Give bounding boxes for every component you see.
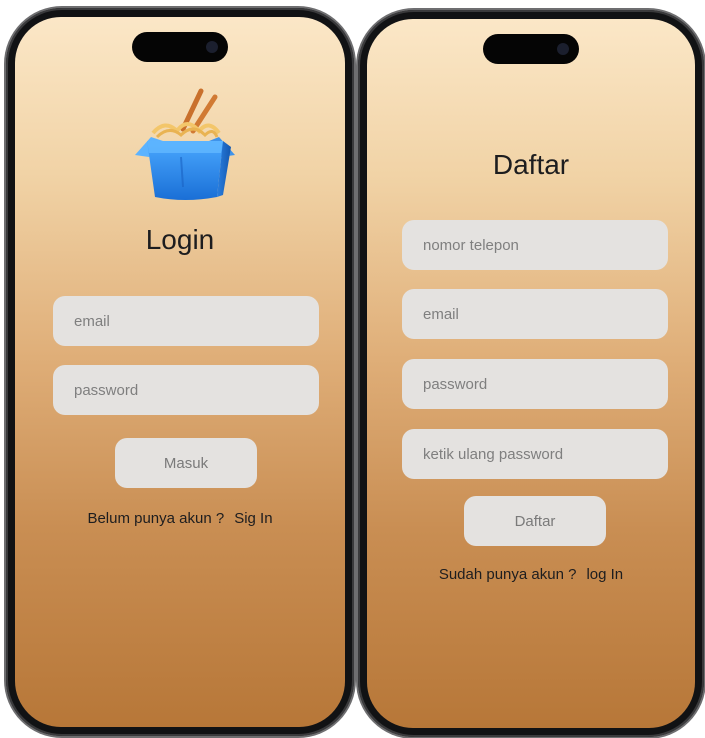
register-screen: Daftar Daftar Sudah punya akun ? log In bbox=[367, 19, 695, 728]
email-field[interactable] bbox=[402, 289, 668, 339]
signup-link[interactable]: Sig In bbox=[234, 510, 272, 527]
dynamic-island bbox=[483, 34, 579, 64]
password-field[interactable] bbox=[53, 365, 319, 415]
password-field[interactable] bbox=[402, 359, 668, 409]
phone-frame-login: Login Masuk Belum punya akun ? Sig In bbox=[6, 8, 354, 736]
camera-icon bbox=[206, 41, 218, 53]
confirm-password-field[interactable] bbox=[402, 429, 668, 479]
signup-prompt-text: Belum punya akun ? bbox=[87, 510, 225, 527]
login-button[interactable]: Masuk bbox=[115, 438, 257, 488]
signup-prompt: Belum punya akun ? Sig In bbox=[15, 510, 345, 527]
page-title: Login bbox=[145, 224, 215, 255]
login-link[interactable]: log In bbox=[586, 566, 623, 583]
phone-frame-register: Daftar Daftar Sudah punya akun ? log In bbox=[358, 10, 704, 737]
login-prompt-text: Sudah punya akun ? bbox=[438, 566, 577, 583]
register-button[interactable]: Daftar bbox=[464, 496, 606, 546]
login-screen: Login Masuk Belum punya akun ? Sig In bbox=[15, 17, 345, 727]
noodle-box-icon bbox=[135, 88, 235, 200]
page-title: Daftar bbox=[492, 149, 570, 180]
dynamic-island bbox=[132, 32, 228, 62]
email-field[interactable] bbox=[53, 296, 319, 346]
login-prompt: Sudah punya akun ? log In bbox=[367, 566, 695, 583]
phone-number-field[interactable] bbox=[402, 220, 668, 270]
camera-icon bbox=[557, 43, 569, 55]
